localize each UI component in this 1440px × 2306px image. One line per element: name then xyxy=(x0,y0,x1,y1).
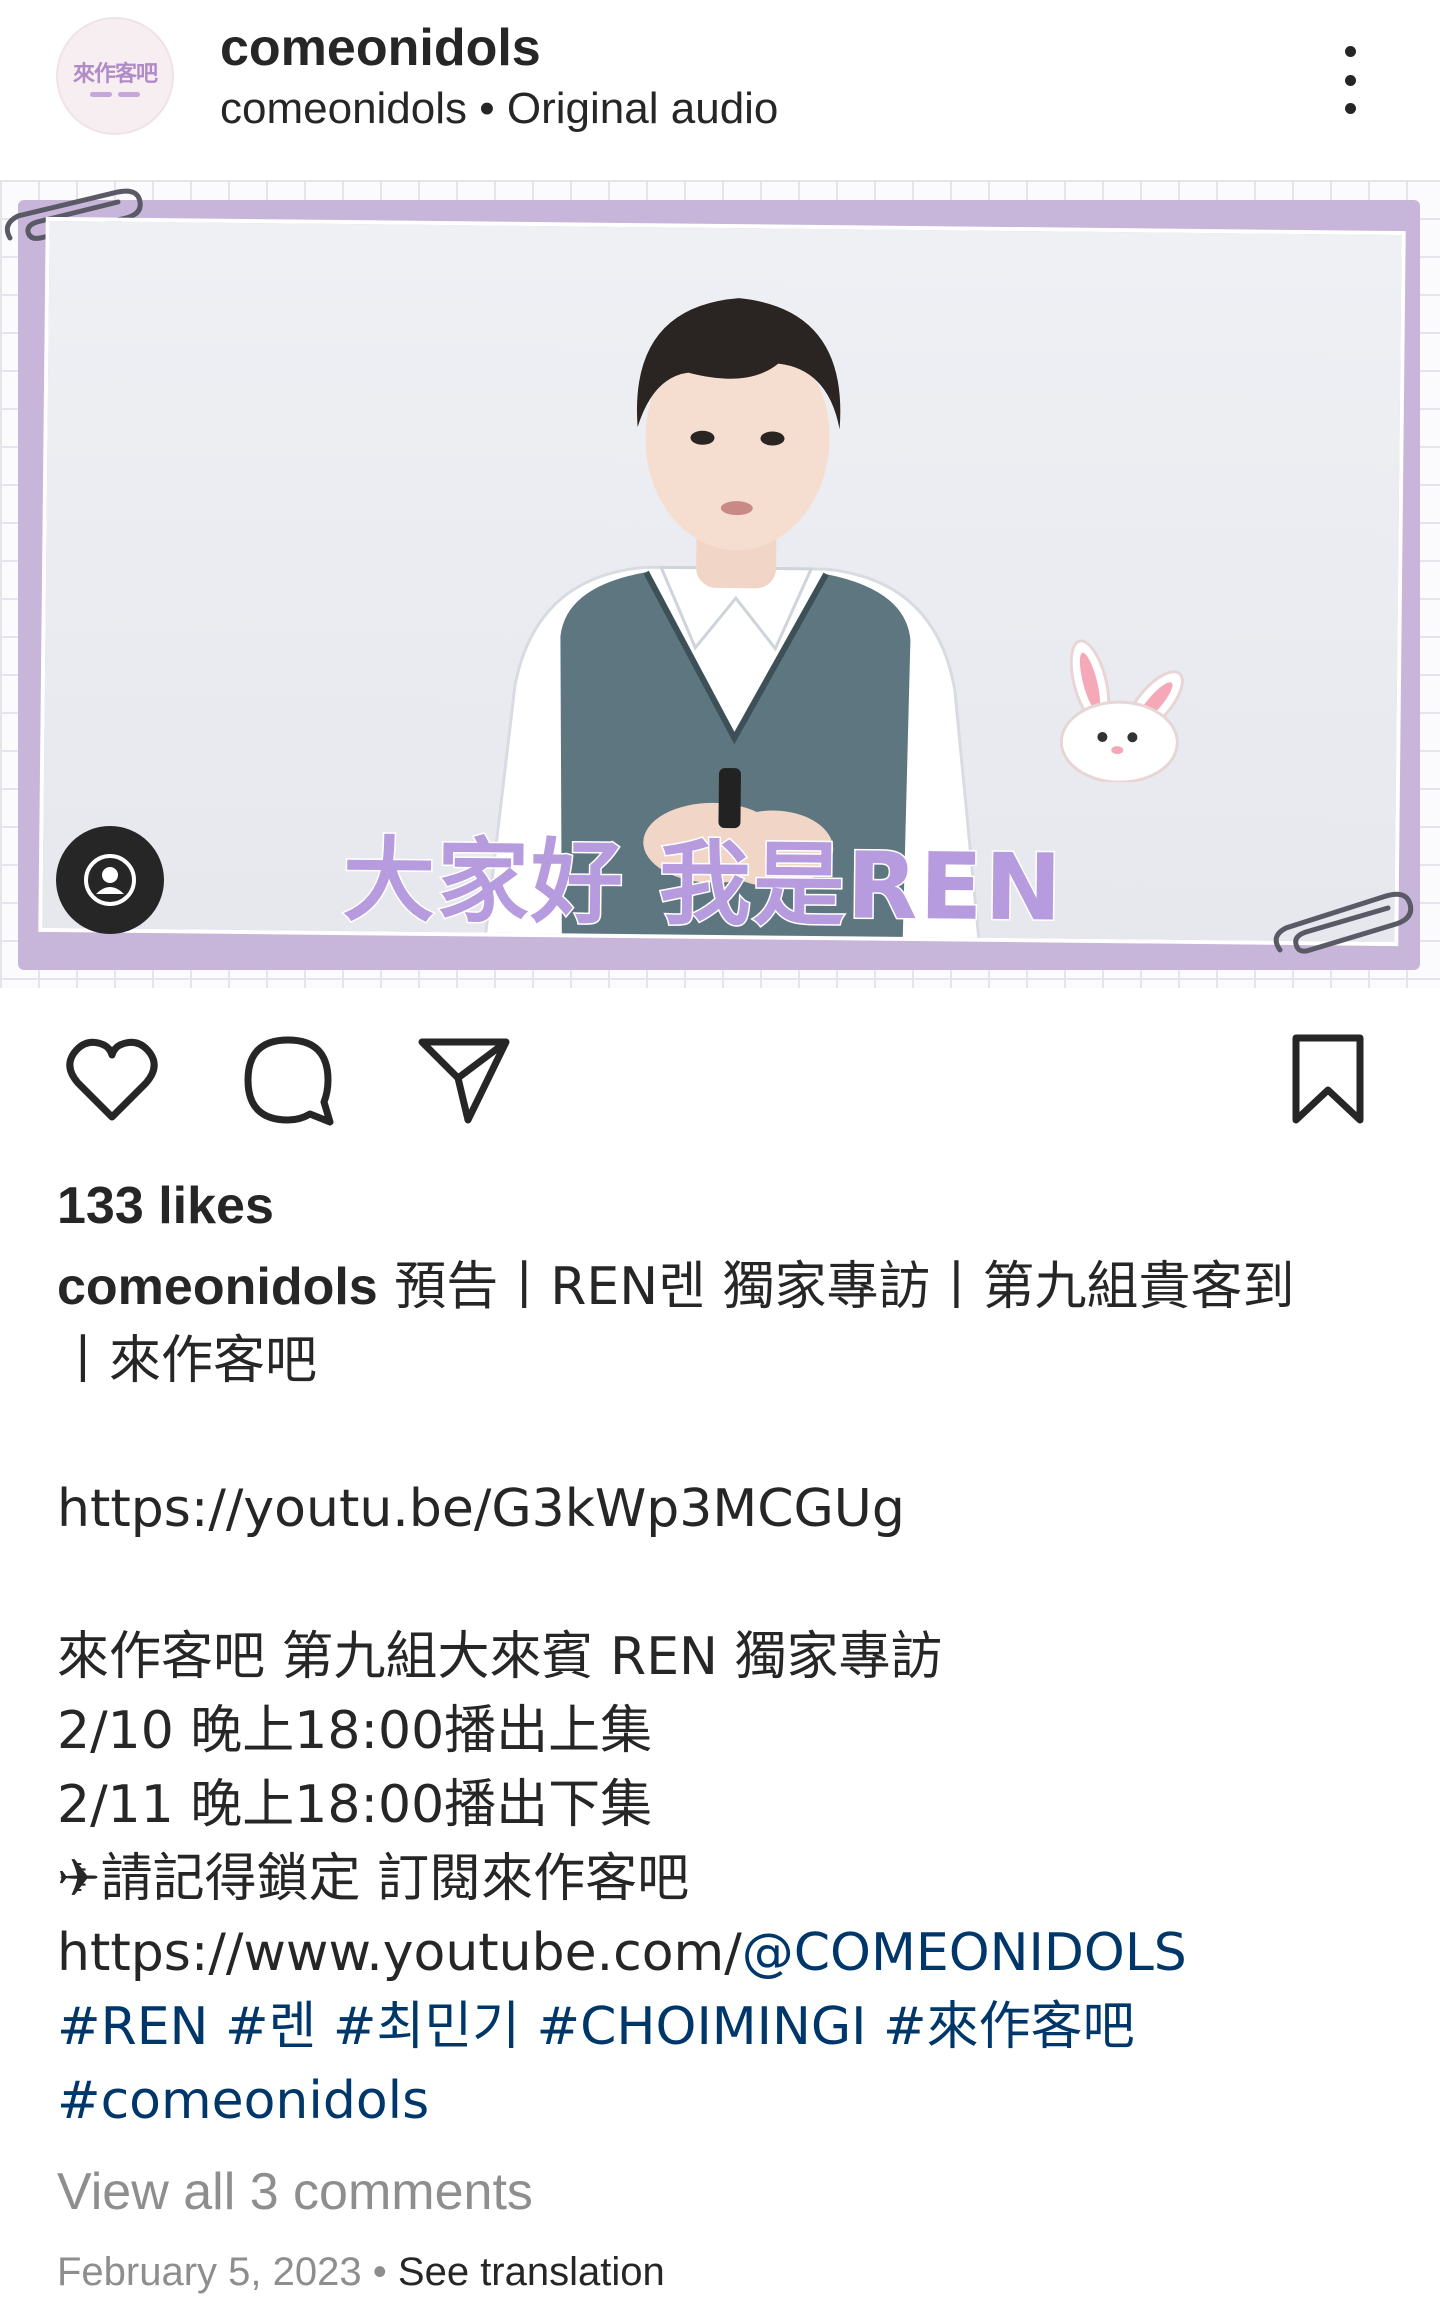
view-comments-link[interactable]: View all 3 comments xyxy=(57,2162,533,2222)
caption-mention[interactable]: @COMEONIDOLS xyxy=(742,1923,1187,1983)
caption-date2: 2/11 晚上18:00播出下集 xyxy=(57,1775,653,1835)
caption-link-youtu[interactable]: https://youtu.be/G3kWp3MCGUg xyxy=(57,1472,1387,1546)
post-caption: comeonidols 預告丨REN렌 獨家專訪丨第九組貴客到 丨來作客吧 ht… xyxy=(57,1250,1387,2138)
caption-hashtags-line1[interactable]: #REN #렌 #최민기 #CHOIMINGI #來作客吧 xyxy=(57,1990,1387,2064)
post-date: February 5, 2023 xyxy=(57,2250,362,2294)
user-tag-icon[interactable] xyxy=(56,826,164,934)
post-media[interactable]: 大家好 我是REN xyxy=(0,180,1440,988)
caption-hashtags-line2[interactable]: #comeonidols xyxy=(57,2064,1387,2138)
share-icon[interactable] xyxy=(414,1030,514,1130)
video-frame: 大家好 我是REN xyxy=(38,216,1406,947)
action-bar xyxy=(0,1030,1440,1140)
post-header: 來作客吧 comeonidols comeonidols • Original … xyxy=(0,0,1440,180)
comment-icon[interactable] xyxy=(238,1030,338,1130)
caption-title-line1: 預告丨REN렌 獨家專訪丨第九組貴客到 xyxy=(394,1257,1295,1317)
caption-username[interactable]: comeonidols xyxy=(57,1258,378,1316)
see-translation-link[interactable]: See translation xyxy=(398,2250,665,2294)
avatar-logo-text: 來作客吧 xyxy=(72,61,158,87)
caption-intro: 來作客吧 第九組大來賓 REN 獨家專訪 xyxy=(57,1627,943,1687)
separator-dot: • xyxy=(479,84,495,133)
caption-subscribe: ✈請記得鎖定 訂閱來作客吧 xyxy=(57,1849,690,1909)
bunny-sticker-icon xyxy=(1059,639,1184,784)
more-icon[interactable] xyxy=(1330,40,1370,120)
sub-account-name[interactable]: comeonidols xyxy=(220,84,467,133)
caption-title-line2: 丨來作客吧 xyxy=(57,1331,318,1391)
paperclip-bottom-right-icon xyxy=(1273,891,1414,954)
caption-link-youtube[interactable]: https://www.youtube.com/ xyxy=(57,1923,742,1983)
audio-label[interactable]: Original audio xyxy=(507,84,779,133)
account-avatar[interactable]: 來作客吧 xyxy=(56,17,174,135)
post-meta: February 5, 2023 • See translation xyxy=(57,2250,665,2295)
avatar-logo-decoration xyxy=(90,91,140,97)
caption-date1: 2/10 晚上18:00播出上集 xyxy=(57,1701,653,1761)
meta-separator: • xyxy=(372,2250,387,2294)
heart-icon[interactable] xyxy=(62,1030,162,1130)
account-name[interactable]: comeonidols xyxy=(220,18,541,78)
likes-count[interactable]: 133 likes xyxy=(57,1176,274,1236)
audio-line[interactable]: comeonidols • Original audio xyxy=(220,84,778,134)
bookmark-icon[interactable] xyxy=(1278,1030,1378,1130)
video-subtitle: 大家好 我是REN xyxy=(341,826,1066,944)
